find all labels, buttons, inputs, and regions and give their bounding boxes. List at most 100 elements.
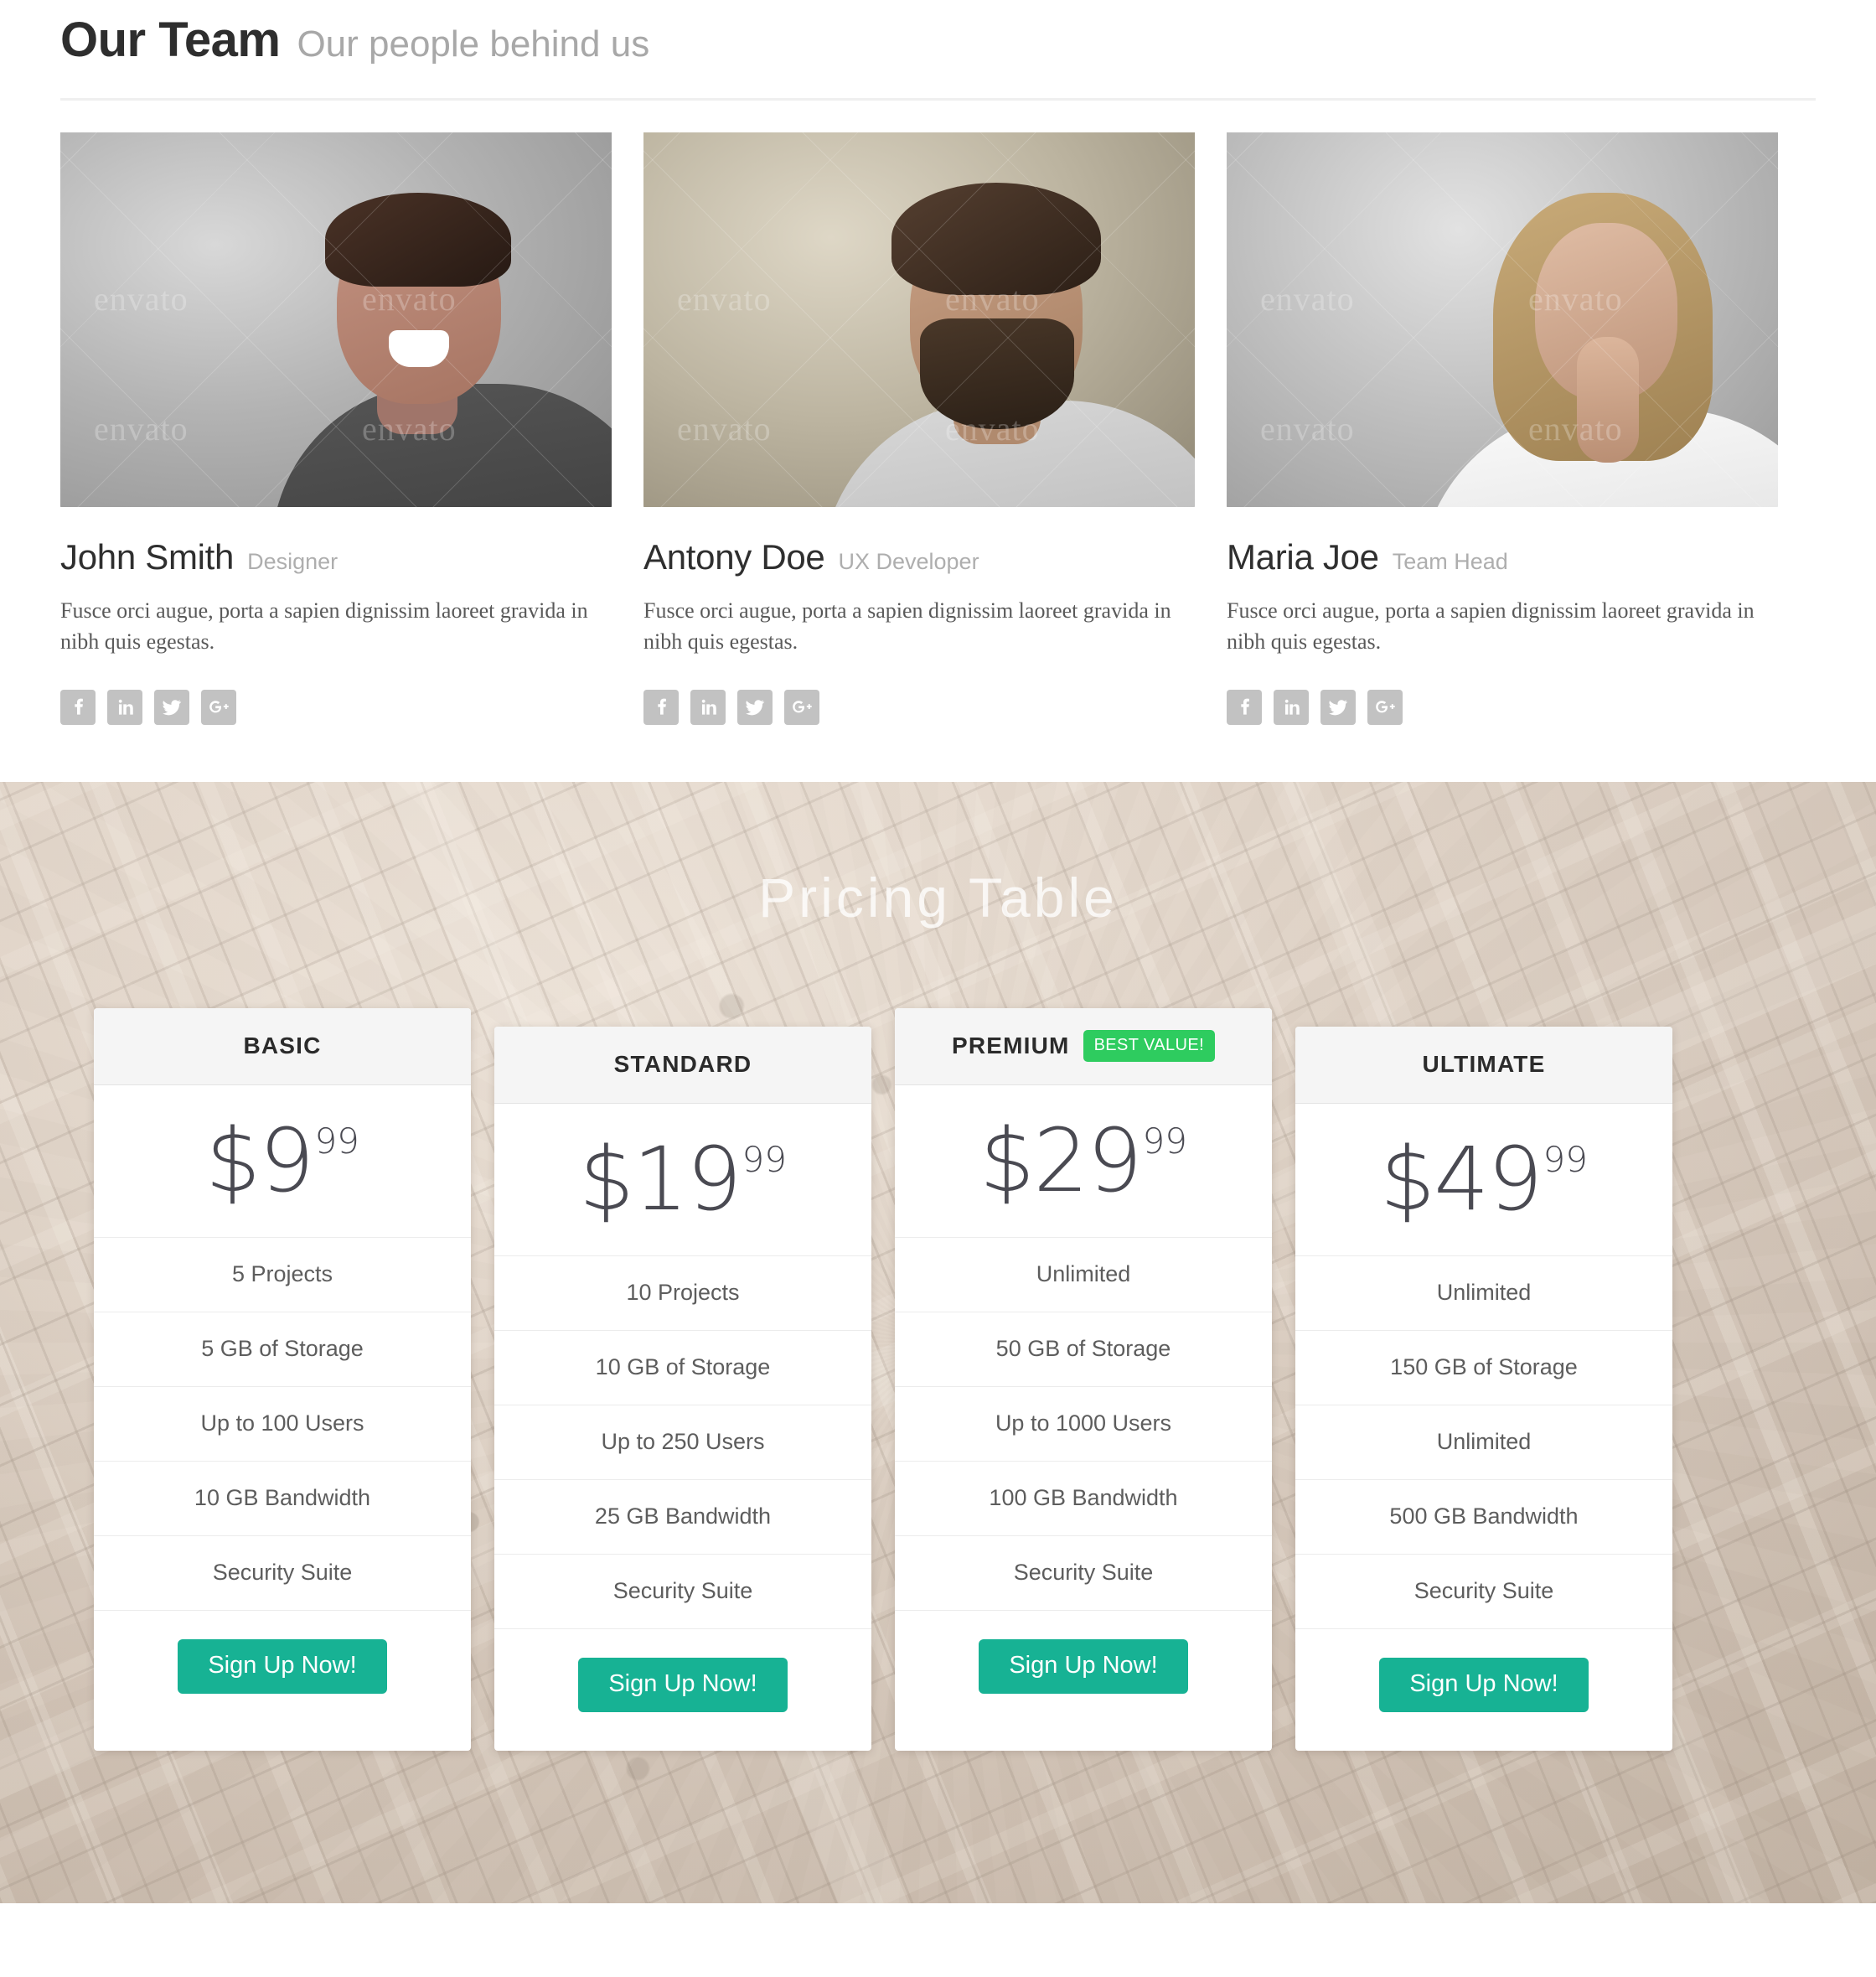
sign-up-button[interactable]: Sign Up Now! [979,1638,1188,1694]
member-social-links [60,689,612,725]
sign-up-button[interactable]: Sign Up Now! [578,1657,788,1712]
pricing-card-basic: BASIC $9 99 5 Projects 5 GB of Storage U… [94,1007,471,1751]
plan-header: PREMIUM BEST VALUE! [895,1007,1272,1085]
plan-feature: Unlimited [1295,1405,1672,1480]
member-social-links [1227,689,1778,725]
photo-figure-beard [920,318,1074,429]
plan-price-cents: 99 [742,1139,787,1181]
member-name: John Smith [60,536,235,577]
plan-name: PREMIUM [951,1032,1070,1059]
member-identity: Antony Doe UX Developer [643,537,1195,577]
plan-feature: Up to 1000 Users [895,1387,1272,1462]
plan-feature: Security Suite [1295,1555,1672,1629]
pricing-card-standard: STANDARD $19 99 10 Projects 10 GB of Sto… [494,1026,871,1751]
plan-header: STANDARD [494,1026,871,1104]
plan-feature: Security Suite [895,1536,1272,1611]
plan-header: ULTIMATE [1295,1026,1672,1104]
plan-feature: Security Suite [94,1536,471,1611]
plan-feature: Unlimited [1295,1256,1672,1331]
plan-feature: 25 GB Bandwidth [494,1480,871,1555]
team-member-card: envato envato envato envato John Smith D… [60,132,612,725]
plan-price-amount: $29 [979,1110,1143,1213]
photo-figure-mouth [389,329,449,367]
team-grid: envato envato envato envato John Smith D… [0,101,1876,725]
pricing-section: Pricing Table BASIC $9 99 5 Projects 5 G… [0,781,1876,1903]
plan-feature: Up to 250 Users [494,1405,871,1480]
member-bio: Fusce orci augue, porta a sapien digniss… [1227,598,1755,654]
sign-up-button[interactable]: Sign Up Now! [178,1638,387,1694]
photo-figure-hair [325,192,511,287]
pricing-section-title: Pricing Table [758,866,1118,929]
twitter-icon[interactable] [737,689,773,725]
plan-name: ULTIMATE [1422,1051,1546,1078]
team-member-card: envato envato envato envato Antony Doe U… [643,132,1195,725]
member-role: Team Head [1392,548,1508,574]
team-member-card: envato envato envato envato Maria Joe Te… [1227,132,1778,725]
googleplus-icon[interactable] [201,689,236,725]
twitter-icon[interactable] [1320,689,1356,725]
member-name: Maria Joe [1227,536,1379,577]
best-value-badge: BEST VALUE! [1083,1030,1216,1063]
plan-price-amount: $49 [1380,1128,1543,1231]
plan-feature: 10 GB of Storage [494,1331,871,1405]
sign-up-button[interactable]: Sign Up Now! [1379,1657,1589,1712]
plan-price: $49 99 [1295,1104,1672,1256]
team-section: Our Team Our people behind us envato env… [0,0,1876,725]
plan-feature: 100 GB Bandwidth [895,1462,1272,1536]
plan-price: $29 99 [895,1085,1272,1238]
plan-price-cents: 99 [314,1120,359,1162]
member-identity: John Smith Designer [60,537,612,577]
plan-header: BASIC [94,1007,471,1085]
plan-name: BASIC [243,1032,322,1059]
plan-feature: 50 GB of Storage [895,1312,1272,1387]
photo-figure-hair [891,182,1101,295]
plan-price-amount: $19 [579,1128,742,1231]
member-social-links [643,689,1195,725]
member-role: Designer [247,548,339,574]
plan-price-cents: 99 [1543,1139,1588,1181]
plan-price: $9 99 [94,1085,471,1238]
pricing-card-ultimate: ULTIMATE $49 99 Unlimited 150 GB of Stor… [1295,1026,1672,1751]
plan-feature: 5 GB of Storage [94,1312,471,1387]
linkedin-icon[interactable] [107,689,142,725]
member-role: UX Developer [838,548,979,574]
member-photo: envato envato envato envato [1227,132,1778,507]
plan-feature: 5 Projects [94,1238,471,1312]
facebook-icon[interactable] [1227,689,1262,725]
plan-cta-area: Sign Up Now! [494,1629,871,1751]
plan-cta-area: Sign Up Now! [1295,1629,1672,1751]
page-subtitle: Our people behind us [297,23,650,65]
page-root: Our Team Our people behind us envato env… [0,0,1876,1903]
plan-cta-area: Sign Up Now! [94,1611,471,1732]
team-section-header: Our Team Our people behind us [0,0,1876,66]
googleplus-icon[interactable] [1367,689,1403,725]
photo-figure-hand [1577,336,1639,463]
facebook-icon[interactable] [60,689,96,725]
member-identity: Maria Joe Team Head [1227,537,1778,577]
plan-price: $19 99 [494,1104,871,1256]
plan-feature: 10 Projects [494,1256,871,1331]
plan-feature: Security Suite [494,1555,871,1629]
pricing-card-premium: PREMIUM BEST VALUE! $29 99 Unlimited 50 … [895,1007,1272,1751]
googleplus-icon[interactable] [784,689,819,725]
plan-feature: 10 GB Bandwidth [94,1462,471,1536]
member-bio: Fusce orci augue, porta a sapien digniss… [60,598,588,654]
plan-feature: Unlimited [895,1238,1272,1312]
plan-feature: Up to 100 Users [94,1387,471,1462]
page-title: Our Team [60,13,281,67]
plan-cta-area: Sign Up Now! [895,1611,1272,1732]
member-name: Antony Doe [643,536,825,577]
plan-price-cents: 99 [1142,1120,1187,1162]
pricing-cards-row: BASIC $9 99 5 Projects 5 GB of Storage U… [94,1007,1672,1751]
plan-feature: 500 GB Bandwidth [1295,1480,1672,1555]
linkedin-icon[interactable] [690,689,726,725]
twitter-icon[interactable] [154,689,189,725]
member-bio: Fusce orci augue, porta a sapien digniss… [643,598,1171,654]
member-photo: envato envato envato envato [60,132,612,507]
facebook-icon[interactable] [643,689,679,725]
plan-price-amount: $9 [205,1110,314,1213]
plan-name: STANDARD [613,1051,752,1078]
linkedin-icon[interactable] [1274,689,1309,725]
member-photo: envato envato envato envato [643,132,1195,507]
plan-feature: 150 GB of Storage [1295,1331,1672,1405]
